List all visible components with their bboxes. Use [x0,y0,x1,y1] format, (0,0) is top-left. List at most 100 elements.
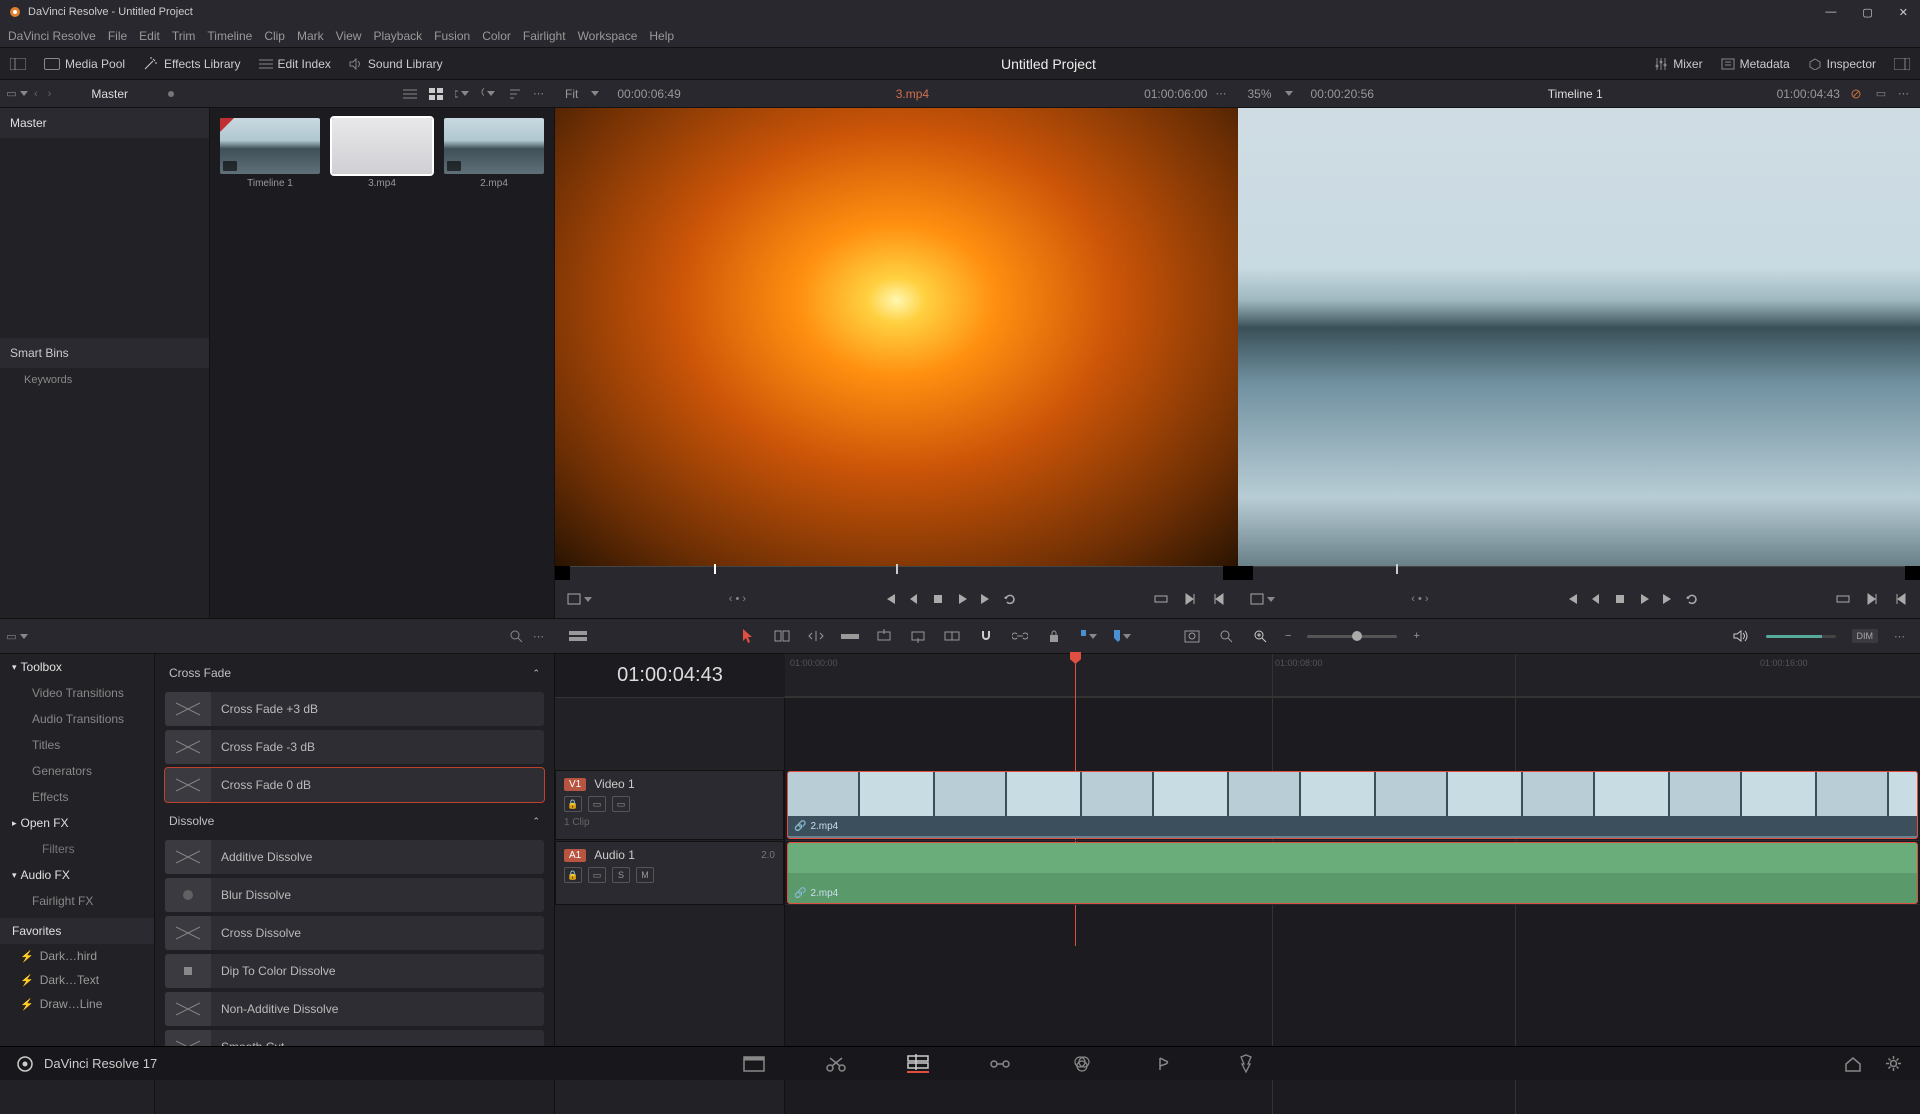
video-track-header[interactable]: V1 Video 1 🔒 ▭ ▭ 1 Clip [555,770,784,840]
audiofx-header[interactable]: ▾Audio FX [0,862,154,888]
fx-item[interactable]: Blur Dissolve [165,878,544,912]
fx-panel-menu-icon[interactable]: ▭ [10,629,24,643]
fx-cat-filters[interactable]: Filters [0,836,154,862]
menu-item[interactable]: Help [649,29,674,43]
toolbox-header[interactable]: ▾Toolbox [0,654,154,680]
disable-track-button[interactable]: ▭ [612,796,630,812]
more-options-icon[interactable]: ⋯ [533,87,545,100]
favorites-header[interactable]: Favorites [0,918,154,944]
media-page-button[interactable] [743,1055,765,1073]
fx-item[interactable]: Additive Dissolve [165,840,544,874]
dim-button[interactable]: DIM [1852,629,1879,643]
fx-options-icon[interactable]: ⋯ [533,630,545,643]
lock-track-button[interactable]: 🔒 [564,867,582,883]
openfx-header[interactable]: ▸Open FX [0,810,154,836]
zoom-in-button[interactable]: + [1413,630,1419,642]
lock-track-button[interactable]: 🔒 [564,796,582,812]
strip-view-icon[interactable] [455,87,469,101]
solo-button[interactable]: S [612,867,630,883]
mark-in-icon[interactable]: ‹ • › [729,593,746,605]
audio-track-header[interactable]: A1 Audio 1 2.0 🔒 ▭ S M [555,841,784,905]
menu-item[interactable]: DaVinci Resolve [8,29,96,43]
fx-item[interactable]: Cross Fade +3 dB [165,692,544,726]
nav-back-icon[interactable]: ‹ [34,88,38,100]
menu-item[interactable]: Clip [264,29,285,43]
matchframe-button[interactable] [1250,592,1275,606]
smart-bins-header[interactable]: Smart Bins [0,338,209,368]
timeline-view-options[interactable] [569,628,587,644]
auto-select-button[interactable]: ▭ [588,867,606,883]
stop-button[interactable] [1613,592,1627,606]
tl-opt-button[interactable] [1836,592,1850,606]
menu-item[interactable]: View [336,29,362,43]
favorite-item[interactable]: ⚡Dark…Text [0,968,154,992]
menu-item[interactable]: Fusion [434,29,470,43]
custom-zoom-button[interactable] [1251,628,1269,644]
timeline-more-icon[interactable]: ⋯ [1894,630,1906,643]
replace-clip-button[interactable] [943,628,961,644]
prev-frame-button[interactable] [907,592,921,606]
goto-prev-button[interactable] [1894,592,1908,606]
menu-item[interactable]: File [108,29,127,43]
effects-library-toggle[interactable]: Effects Library [143,57,240,71]
mixer-toggle[interactable]: Mixer [1654,57,1702,71]
source-scrubber[interactable] [570,566,1223,580]
menu-item[interactable]: Timeline [207,29,252,43]
auto-select-button[interactable]: ▭ [588,796,606,812]
minimize-button[interactable]: — [1821,6,1840,19]
selection-tool[interactable] [739,628,757,644]
fx-item[interactable]: Cross Fade -3 dB [165,730,544,764]
menu-item[interactable]: Playback [373,29,422,43]
media-pool-toggle[interactable]: Media Pool [44,57,125,71]
close-button[interactable]: ✕ [1895,6,1912,19]
flag-button[interactable] [1079,628,1097,644]
bypass-icon[interactable] [1850,87,1864,101]
fx-cat-video-trans[interactable]: Video Transitions [0,680,154,706]
goto-prev-button[interactable] [1212,592,1226,606]
favorite-item[interactable]: ⚡Dark…hird [0,944,154,968]
timeline-preview[interactable] [1238,108,1920,566]
maximize-button[interactable]: ▢ [1858,6,1876,19]
fx-group-dissolve[interactable]: Dissolve⌃ [165,806,544,836]
fx-cat-audio-trans[interactable]: Audio Transitions [0,706,154,732]
menu-item[interactable]: Mark [297,29,324,43]
detail-zoom-button[interactable] [1217,628,1235,644]
favorite-item[interactable]: ⚡Draw…Line [0,992,154,1016]
snapping-toggle[interactable] [977,628,995,644]
prev-frame-button[interactable] [1589,592,1603,606]
edit-index-toggle[interactable]: Edit Index [259,57,331,71]
single-viewer-icon[interactable]: ▭ [1874,87,1888,101]
dynamic-trim-tool[interactable] [807,628,825,644]
marker-button[interactable] [1113,628,1131,644]
first-frame-button[interactable] [1565,592,1579,606]
fit-dropdown[interactable]: Fit [565,87,578,101]
nav-fwd-icon[interactable]: › [48,88,52,100]
overwrite-clip-button[interactable] [909,628,927,644]
menu-item[interactable]: Color [482,29,511,43]
settings-button[interactable] [1882,1055,1904,1073]
link-toggle[interactable] [1011,628,1029,644]
fx-group-crossfade[interactable]: Cross Fade⌃ [165,658,544,688]
fairlight-page-button[interactable] [1153,1055,1175,1073]
timeline-ruler[interactable]: 01:00:00:00 01:00:08:00 01:00:16:00 [785,654,1920,697]
next-frame-button[interactable] [979,592,993,606]
fx-cat-fairlight[interactable]: Fairlight FX [0,888,154,914]
volume-slider[interactable] [1766,635,1836,638]
goto-next-button[interactable] [1865,592,1879,606]
deliver-page-button[interactable] [1235,1055,1257,1073]
mute-button[interactable]: M [636,867,654,883]
loop-button[interactable] [1003,592,1017,606]
play-button[interactable] [955,592,969,606]
inspector-toggle[interactable]: Inspector [1808,57,1876,71]
clip-2mp4[interactable]: 2.mp4 [444,118,544,189]
fx-item[interactable]: Dip To Color Dissolve [165,954,544,988]
timeline-options-icon[interactable]: ⋯ [1898,87,1910,100]
mute-button[interactable] [1732,628,1750,644]
zoom-slider[interactable] [1307,635,1397,638]
clip-3mp4[interactable]: 3.mp4 [332,118,432,189]
fx-cat-generators[interactable]: Generators [0,758,154,784]
insert-clip-button[interactable] [875,628,893,644]
timeline-timecode-display[interactable]: 01:00:04:43 [555,654,785,697]
source-preview[interactable] [555,108,1238,566]
mark-in-out-icon[interactable]: ‹ • › [1411,593,1428,605]
